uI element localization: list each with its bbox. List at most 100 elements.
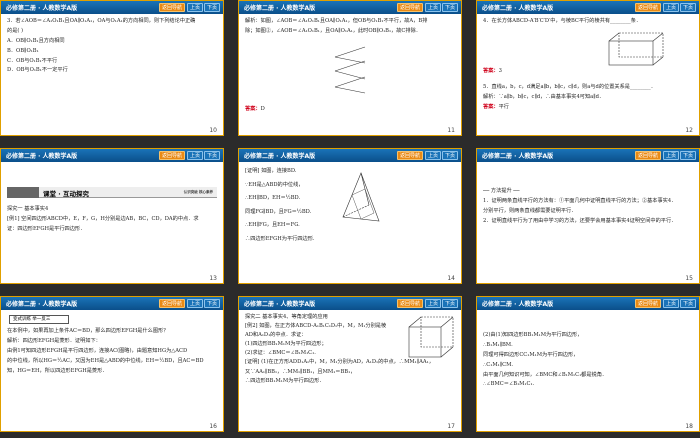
slide-header: 必修第二册 · 人教数学A版 返回导航 上页 下页 (239, 1, 461, 14)
text-line: B．OB∥O₁B₁ (7, 47, 39, 54)
prev-button[interactable]: 上页 (424, 151, 441, 160)
text-line: 3．若∠AOB＝∠A₁O₁B₁且OA∥O₁A₁，OA与O₁A₁的方向相同，则下列… (7, 18, 196, 24)
answer-row: 答案：D (245, 105, 455, 123)
text-line: 5．直线a，b，c，d满足a∥b，b∥c，c∥d，则a与d的位置关系是_____… (483, 84, 656, 90)
text-line: 由例1可知四边形EFGH是平行四边形，连接AC(图略)，由题意知HG为△ACD (7, 347, 188, 354)
text-line: ∴B₁M₁∥BM. (483, 341, 513, 348)
text-line: 解析：如图，∠AOB＝∠A₁O₁B₁且OA∥O₁A₁，但OB与O₁B₁不平行，故… (245, 18, 428, 24)
prev-button[interactable]: 上页 (186, 299, 203, 308)
nav-button[interactable]: 返回导航 (634, 151, 661, 160)
section-title: 课堂 · 互动探究 (43, 190, 89, 198)
prev-button[interactable]: 上页 (662, 3, 679, 12)
slide-header: 必修第二册 · 人教数学A版 返回导航 上页 下页 (1, 297, 223, 310)
slide-11[interactable]: 必修第二册 · 人教数学A版 返回导航 上页 下页 解析：如图，∠AOB＝∠A₁O₁B… (238, 0, 462, 136)
page-number: 10 (209, 127, 217, 134)
slide-10[interactable]: 必修第二册 · 人教数学A版 返回导航 上页 下页 3．若∠AOB＝∠A₁O₁B₁且O… (0, 0, 224, 136)
method-heading: ── 方法提升 ── (483, 188, 520, 194)
answer-label: 答案： (245, 106, 261, 112)
text-line: ∴四边形EFGH为平行四边形. (245, 235, 315, 242)
answer-label: 答案： (483, 68, 499, 74)
question-5: 5．直线a，b，c，d满足a∥b，b∥c，c∥d，则a与d的位置关系是_____… (483, 83, 693, 123)
next-button[interactable]: 下页 (441, 299, 458, 308)
slide-13[interactable]: 必修第二册 · 人教数学A版 返回导航 上页 下页 课堂 · 互动探究 认识突破 核心素… (0, 148, 224, 284)
next-button[interactable]: 下页 (679, 299, 696, 308)
answer-value: 平行 (498, 103, 509, 110)
next-button[interactable]: 下页 (679, 3, 696, 12)
slide-body: 3．若∠AOB＝∠A₁O₁B₁且OA∥O₁A₁，OA与O₁A₁的方向相同，则下列… (7, 17, 217, 123)
slide-header: 必修第二册 · 人教数学A版 返回导航 上页 下页 (1, 149, 223, 162)
prev-button[interactable]: 上页 (662, 299, 679, 308)
header-title: 必修第二册 · 人教数学A版 (482, 153, 554, 160)
prev-button[interactable]: 上页 (186, 151, 203, 160)
next-button[interactable]: 下页 (203, 151, 220, 160)
text-line: 探究一 基本事实4 (7, 206, 49, 212)
page-number: 11 (447, 127, 455, 134)
text-line: 知，HG＝EH，所以四边形EFGH是菱形． (7, 367, 108, 374)
answer-label: 答案： (483, 103, 499, 110)
prev-button[interactable]: 上页 (424, 3, 441, 12)
section-subtitle: 认识突破 核心素养 (183, 190, 213, 194)
slide-17[interactable]: 必修第二册 · 人教数学A版 返回导航 上页 下页 探究二 基本事实4、等角定理的应用… (238, 296, 462, 432)
next-button[interactable]: 下页 (441, 3, 458, 12)
header-title: 必修第二册 · 人教数学A版 (244, 301, 316, 308)
slide-header: 必修第二册 · 人教数学A版 返回导航 上页 下页 (1, 1, 223, 14)
slide-16[interactable]: 必修第二册 · 人教数学A版 返回导航 上页 下页 变式训练 举一反三 在本例中，如果… (0, 296, 224, 432)
slide-grid: 必修第二册 · 人教数学A版 返回导航 上页 下页 3．若∠AOB＝∠A₁O₁B₁且O… (0, 0, 700, 438)
answer-value: 3 (498, 68, 502, 74)
answer-value: D (260, 106, 265, 112)
page-number: 14 (447, 275, 455, 282)
slide-header: 必修第二册 · 人教数学A版 返回导航 上页 下页 (477, 1, 699, 14)
next-button[interactable]: 下页 (203, 299, 220, 308)
page-number: 18 (685, 423, 693, 430)
slide-header: 必修第二册 · 人教数学A版 返回导航 上页 下页 (477, 297, 699, 310)
slide-header: 必修第二册 · 人教数学A版 返回导航 上页 下页 (477, 149, 699, 162)
text-line: 由平面几何知识可知，∠BMC和∠B₁M₁C₁都是锐角． (483, 371, 608, 378)
next-button[interactable]: 下页 (203, 3, 220, 12)
prev-button[interactable]: 上页 (186, 3, 203, 12)
prev-button[interactable]: 上页 (662, 151, 679, 160)
nav-button[interactable]: 返回导航 (396, 299, 423, 308)
text-line: A．OB∥O₁B₁且方向相同 (7, 37, 65, 44)
page-number: 16 (209, 423, 217, 430)
slide-18[interactable]: 必修第二册 · 人教数学A版 返回导航 上页 下页 (2)由(1)知四边形BB₁M₁M… (476, 296, 700, 432)
answer-row: 答案：平行 (483, 103, 693, 113)
nav-button[interactable]: 返回导航 (158, 3, 185, 12)
next-button[interactable]: 下页 (679, 151, 696, 160)
text-line: 在本例中，如果再加上条件AC＝BD，那么四边形EFGH是什么图形？ (7, 328, 169, 334)
tetrahedron-figure (342, 172, 380, 222)
nav-button[interactable]: 返回导航 (634, 3, 661, 12)
nav-button[interactable]: 返回导航 (158, 151, 185, 160)
header-title: 必修第二册 · 人教数学A版 (6, 301, 78, 308)
nav-button[interactable]: 返回导航 (634, 299, 661, 308)
text-line: ∴∠BMC＝∠B₁M₁C₁. (483, 381, 535, 388)
slide-14[interactable]: 必修第二册 · 人教数学A版 返回导航 上页 下页 [证明] 如图，连接BD. ∵EH… (238, 148, 462, 284)
prev-button[interactable]: 上页 (424, 299, 441, 308)
cube-figure (408, 316, 454, 358)
header-title: 必修第二册 · 人教数学A版 (482, 5, 554, 12)
text-line: C．OB与O₁B₁不平行 (7, 57, 58, 64)
text-line: 同理可得四边形CC₁M₁M为平行四边形， (483, 351, 579, 358)
header-title: 必修第二册 · 人教数学A版 (244, 153, 316, 160)
slide-15[interactable]: 必修第二册 · 人教数学A版 返回导航 上页 下页 ── 方法提升 ── 1．证明两条… (476, 148, 700, 284)
next-button[interactable]: 下页 (441, 151, 458, 160)
header-title: 必修第二册 · 人教数学A版 (6, 5, 78, 12)
slide-12[interactable]: 必修第二册 · 人教数学A版 返回导航 上页 下页 4．在长方体ABCD-A′B′C′… (476, 0, 700, 136)
header-title: 必修第二册 · 人教数学A版 (6, 153, 78, 160)
nav-button[interactable]: 返回导航 (158, 299, 185, 308)
text-line: ∴四边形BB₁M₁M为平行四边形． (245, 377, 325, 384)
text-line: 证：四边形EFGH是平行四边形． (7, 225, 86, 232)
nav-button[interactable]: 返回导航 (396, 3, 423, 12)
text-line: 2．证明直线平行为了用由中学习的方法，还要学会用基本事实4证明空间中的平行． (483, 217, 677, 224)
page-number: 12 (685, 127, 693, 134)
text-line: 4．在长方体ABCD-A′B′C′D′中，与棱BC平行的棱共有________条… (483, 18, 642, 24)
angle-figure (334, 46, 366, 94)
text-line: 的是( ) (7, 27, 24, 34)
text-line: 解析：∵a∥b，b∥c，c∥d，∴由基本事实4可知a∥d． (483, 93, 605, 100)
page-number: 17 (447, 423, 455, 430)
text-line: 除；如图②，∠AOB＝∠A₁O₁B₁，且OA∥O₁A₁，此时OB∥O₁B₁，故C… (245, 27, 421, 34)
slide-body: 探究一 基本事实4 [例1] 空间四边形ABCD中，E，F，G，H分别是边AB，… (7, 205, 217, 271)
slide-body: 在本例中，如果再加上条件AC＝BD，那么四边形EFGH是什么图形？ 解析：四边形… (7, 327, 217, 419)
nav-button[interactable]: 返回导航 (396, 151, 423, 160)
slide-header: 必修第二册 · 人教数学A版 返回导航 上页 下页 (239, 297, 461, 310)
header-title: 必修第二册 · 人教数学A版 (244, 5, 316, 12)
